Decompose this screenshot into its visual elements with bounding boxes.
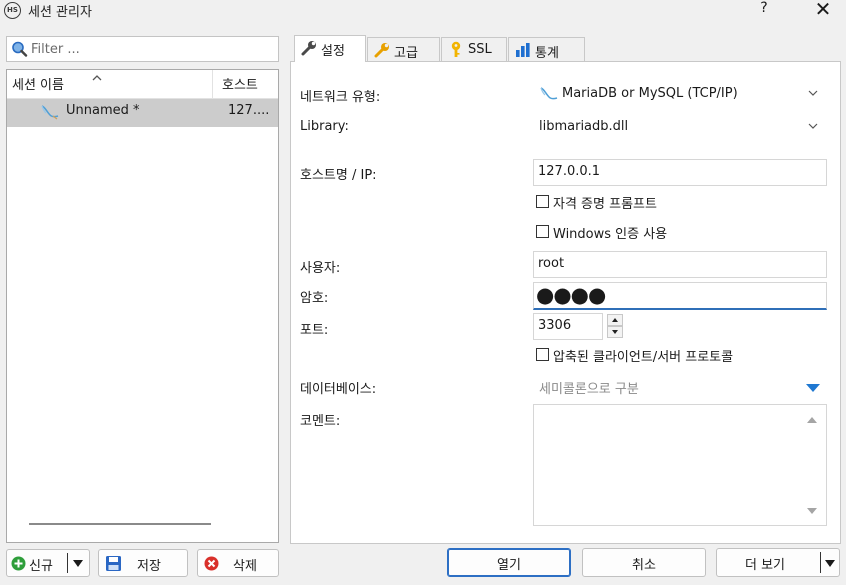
library-label: Library: xyxy=(300,119,349,134)
delete-x-icon xyxy=(204,556,219,575)
host-label: 호스트명 / IP: xyxy=(300,168,377,183)
delete-button[interactable]: 삭제 xyxy=(197,549,279,577)
databases-label: 데이터베이스: xyxy=(300,382,377,397)
wrench-orange-icon xyxy=(373,41,391,59)
dropdown-arrow-icon[interactable] xyxy=(805,382,821,397)
column-header-label: 세션 이름 xyxy=(12,78,64,93)
open-button[interactable]: 열기 xyxy=(447,548,571,577)
databases-placeholder: 세미콜론으로 구분 xyxy=(539,382,639,397)
split-divider xyxy=(820,552,821,573)
more-button[interactable]: 더 보기 xyxy=(716,548,840,577)
tab-ssl[interactable]: SSL xyxy=(441,37,507,61)
port-increment-button[interactable] xyxy=(607,314,623,326)
session-tree[interactable]: 세션 이름 호스트 Unnamed * 127.... xyxy=(6,69,279,543)
filter-input[interactable] xyxy=(31,40,271,58)
tab-statistics[interactable]: 통계 xyxy=(508,37,585,61)
user-value: root xyxy=(538,256,565,271)
mariadb-sealion-icon xyxy=(39,104,61,120)
save-label: 저장 xyxy=(137,559,161,574)
new-session-button[interactable]: 신규 xyxy=(6,549,90,577)
host-input[interactable]: 127.0.0.1 xyxy=(533,159,827,186)
network-type-select[interactable]: MariaDB or MySQL (TCP/IP) xyxy=(533,80,828,108)
tab-statistics-label: 통계 xyxy=(535,46,559,61)
library-value: libmariadb.dll xyxy=(539,119,629,134)
mariadb-sealion-icon xyxy=(538,86,560,106)
port-input[interactable]: 3306 xyxy=(533,313,603,340)
app-logo-icon: HS xyxy=(4,2,21,19)
session-name: Unnamed * xyxy=(66,103,140,118)
cancel-button[interactable]: 취소 xyxy=(582,548,706,577)
open-label: 열기 xyxy=(497,558,521,573)
comment-textarea[interactable] xyxy=(533,404,827,526)
compressed-protocol-checkbox[interactable] xyxy=(536,348,549,361)
horizontal-scrollbar[interactable] xyxy=(29,523,211,525)
user-label: 사용자: xyxy=(300,261,341,276)
filter-box[interactable] xyxy=(6,36,279,62)
tab-advanced[interactable]: 고급 xyxy=(367,37,440,61)
column-header-session-name[interactable]: 세션 이름 xyxy=(7,70,212,98)
close-button[interactable]: ✕ xyxy=(814,0,832,21)
floppy-disk-icon xyxy=(105,555,122,576)
wrench-icon xyxy=(300,39,318,57)
comment-label: 코멘트: xyxy=(300,414,341,429)
compressed-protocol-label: 압축된 클라이언트/서버 프로토콜 xyxy=(553,350,734,365)
tab-settings[interactable]: 설정 xyxy=(294,35,366,62)
tab-settings-label: 설정 xyxy=(321,44,345,59)
databases-input[interactable]: 세미콜론으로 구분 xyxy=(533,372,828,400)
windows-auth-checkbox[interactable] xyxy=(536,225,549,238)
session-host: 127.... xyxy=(228,103,270,118)
plus-circle-icon xyxy=(11,556,26,575)
prompt-credentials-label: 자격 증명 프롬프트 xyxy=(553,197,657,212)
caret-down-icon xyxy=(612,330,618,334)
new-dropdown-arrow-icon[interactable] xyxy=(73,560,83,567)
caret-up-icon xyxy=(612,318,618,322)
port-decrement-button[interactable] xyxy=(607,326,623,338)
split-divider xyxy=(67,553,68,573)
more-label: 더 보기 xyxy=(744,558,785,573)
bar-chart-icon xyxy=(514,41,532,59)
window-title: 세션 관리자 xyxy=(28,5,92,20)
scroll-down-icon[interactable] xyxy=(807,508,817,514)
prompt-credentials-checkbox[interactable] xyxy=(536,195,549,208)
port-value: 3306 xyxy=(538,318,572,333)
password-mask: ●●●● xyxy=(536,283,606,307)
new-session-label: 신규 xyxy=(29,559,53,574)
title-bar xyxy=(0,0,846,26)
more-dropdown-arrow-icon[interactable] xyxy=(825,560,835,567)
host-value: 127.0.0.1 xyxy=(538,164,601,179)
windows-auth-label: Windows 인증 사용 xyxy=(553,227,668,242)
chevron-down-icon xyxy=(807,120,819,132)
cancel-label: 취소 xyxy=(632,558,656,573)
delete-label: 삭제 xyxy=(233,559,257,574)
key-icon xyxy=(447,41,465,59)
network-type-label: 네트워크 유형: xyxy=(300,90,381,105)
sort-ascending-icon xyxy=(91,72,103,88)
user-input[interactable]: root xyxy=(533,251,827,278)
password-label: 암호: xyxy=(300,291,329,306)
network-type-value: MariaDB or MySQL (TCP/IP) xyxy=(562,86,738,101)
save-button[interactable]: 저장 xyxy=(98,549,188,577)
chevron-down-icon xyxy=(807,87,819,99)
column-header-host[interactable]: 호스트 xyxy=(213,70,278,98)
password-input[interactable]: ●●●● xyxy=(533,282,827,310)
help-button[interactable]: ? xyxy=(756,0,772,20)
search-icon xyxy=(11,41,29,57)
port-label: 포트: xyxy=(300,323,329,338)
scroll-up-icon[interactable] xyxy=(807,417,817,423)
library-select[interactable]: libmariadb.dll xyxy=(533,113,828,141)
tab-ssl-label: SSL xyxy=(468,42,492,57)
tab-advanced-label: 고급 xyxy=(394,46,418,61)
tree-header: 세션 이름 호스트 xyxy=(7,70,278,99)
session-row[interactable]: Unnamed * 127.... xyxy=(7,99,278,127)
